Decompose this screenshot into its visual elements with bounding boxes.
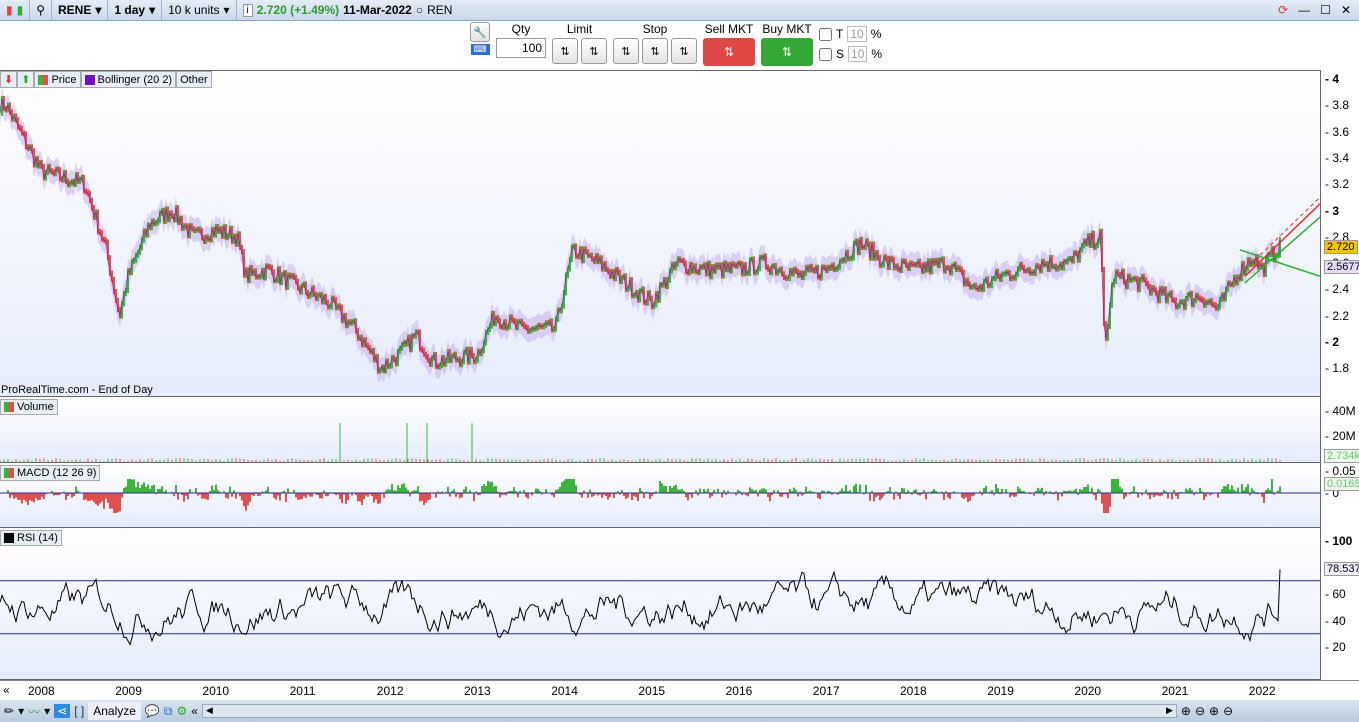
rsi-legend[interactable]: RSI (14) — [0, 530, 62, 546]
trendline-red-dashed — [1244, 196, 1321, 271]
macd-legend[interactable]: MACD (12 26 9) — [0, 465, 101, 481]
x-tick: 2021 — [1161, 684, 1189, 698]
x-tick: 2015 — [638, 684, 666, 698]
indicators-icon[interactable]: 〰 — [28, 703, 40, 720]
legend-bollinger[interactable]: Bollinger (20 2) — [80, 71, 177, 88]
rewind-icon[interactable]: « — [191, 704, 198, 718]
x-tick: 2013 — [464, 684, 491, 698]
x-axis: « 2008 2009 2010 2011 2012 2013 2014 2015 2016 20… — [0, 680, 1359, 700]
expand-icon[interactable]: ⬆ — [17, 71, 35, 88]
bottom-toolbar: ✏ ▾ 〰 ▾ ⋖ [ ] Analyze 💬 ⧉ ⚙ « ◀ ▶ ⊕ ⊖ ⊕ ⊖ — [0, 700, 1359, 722]
x-tick: 2018 — [900, 684, 927, 698]
x-tick: 2022 — [1248, 684, 1276, 698]
drawing-tools-icon[interactable]: ✏ — [4, 704, 14, 718]
brackets-icon[interactable]: [ ] — [74, 704, 84, 718]
x-tick: 2011 — [289, 684, 316, 698]
drawing-dropdown[interactable]: ▾ — [18, 704, 24, 718]
x-tick: 2008 — [28, 684, 55, 698]
compare-icon[interactable]: ⧉ — [164, 704, 173, 719]
chart-settings-icon[interactable]: ⚙ — [176, 704, 187, 718]
zoom-fit-icon[interactable]: ⊕ — [1181, 704, 1191, 718]
share-icon[interactable]: ⋖ — [54, 704, 71, 718]
zoom-in-icon[interactable]: ⊕ — [1209, 704, 1219, 718]
x-tick: 2009 — [115, 684, 142, 698]
x-tick: 2010 — [202, 684, 230, 698]
source-label: ProRealTime.com - End of Day — [1, 384, 153, 396]
horizontal-scrollbar[interactable]: ◀ ▶ — [201, 704, 1177, 718]
reset-zoom-icon[interactable]: ⊖ — [1223, 704, 1233, 718]
price-legend: ⬇ ⬆ Price Bollinger (20 2) Other — [0, 71, 212, 88]
scroll-left-icon[interactable]: « — [3, 683, 10, 697]
comment-icon[interactable]: 💬 — [145, 704, 160, 718]
legend-price[interactable]: Price — [34, 71, 81, 88]
zoom-out-icon[interactable]: ⊖ — [1195, 704, 1205, 718]
x-tick: 2017 — [812, 684, 840, 698]
indicators-dropdown[interactable]: ▾ — [44, 704, 50, 718]
analyze-button[interactable]: Analyze — [88, 702, 141, 720]
trendline-red — [1244, 203, 1321, 277]
x-tick: 2019 — [987, 684, 1014, 698]
x-tick: 2014 — [551, 684, 578, 698]
collapse-icon[interactable]: ⬇ — [0, 71, 18, 88]
x-tick: 2016 — [725, 684, 753, 698]
volume-legend[interactable]: Volume — [0, 399, 58, 415]
x-tick: 2020 — [1074, 684, 1102, 698]
x-tick: 2012 — [376, 684, 404, 698]
chart-canvas — [0, 86, 1321, 646]
legend-other[interactable]: Other — [176, 71, 212, 88]
